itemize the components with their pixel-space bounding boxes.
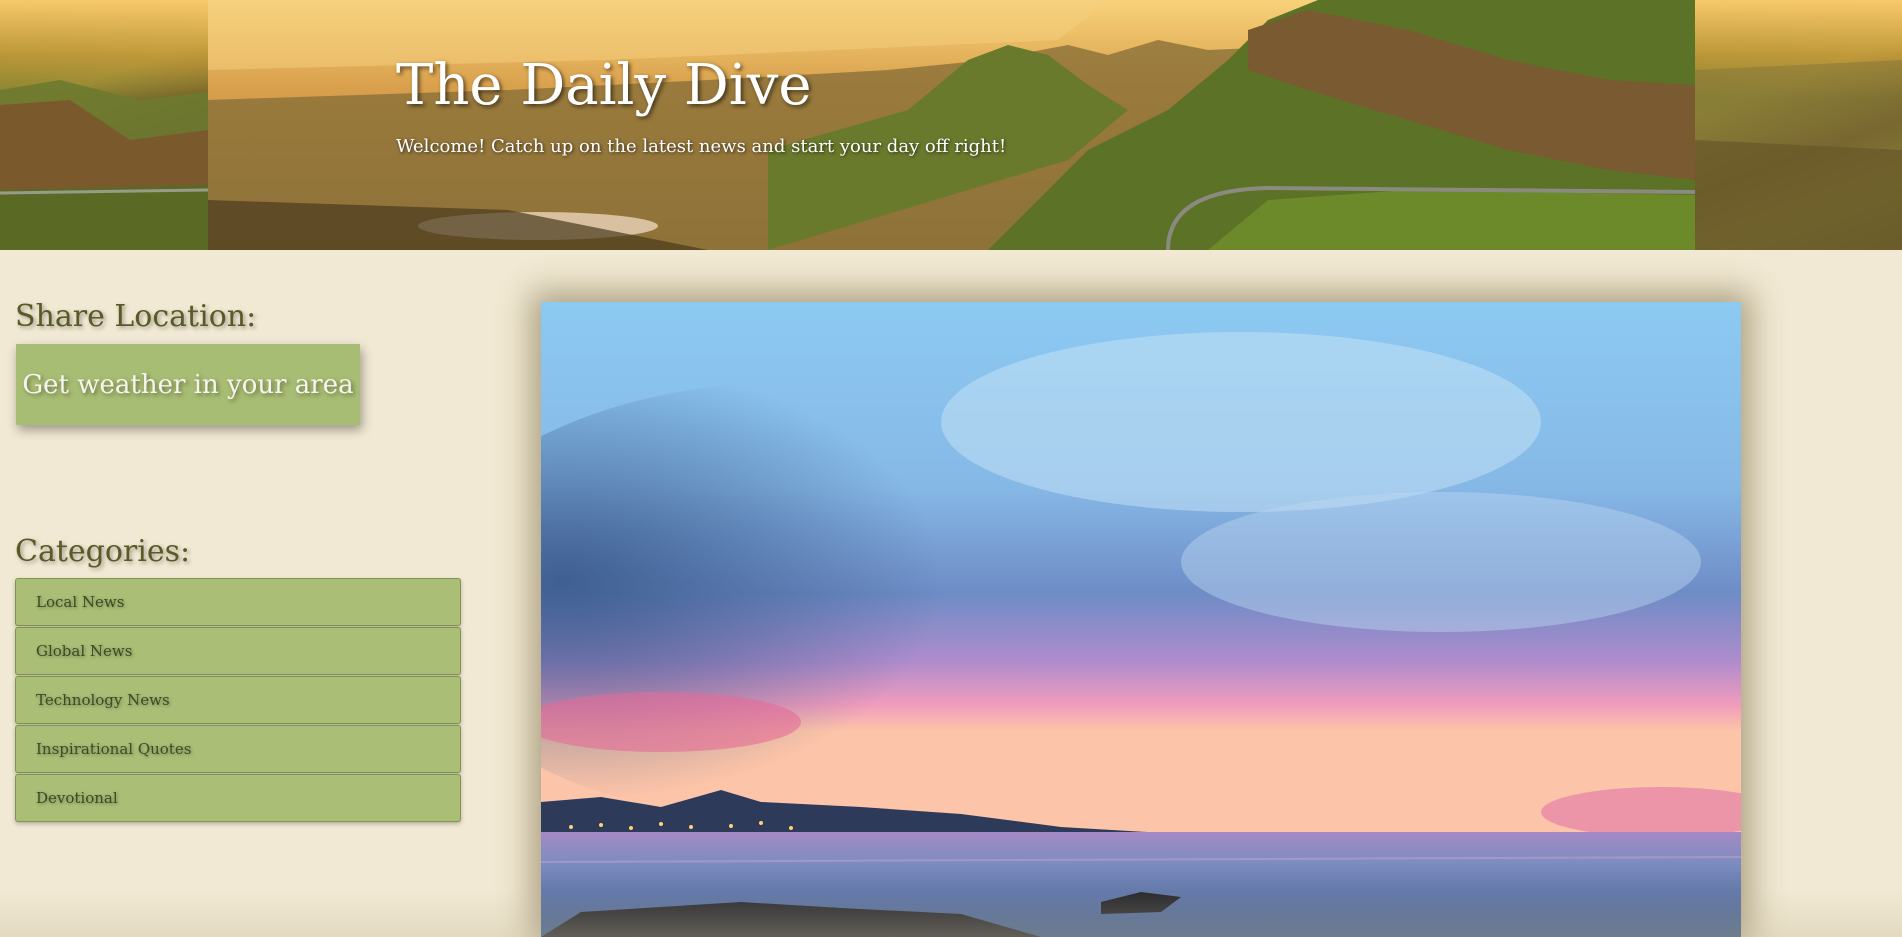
share-location-heading: Share Location: <box>15 299 257 334</box>
header-text-block: The Daily Dive Welcome! Catch up on the … <box>396 53 1007 158</box>
category-item-technology-news[interactable]: Technology News <box>15 676 461 724</box>
categories-heading: Categories: <box>15 534 191 569</box>
hero-seascape-image <box>541 302 1741 937</box>
banner-right-repeat <box>1695 0 1902 250</box>
site-title: The Daily Dive <box>396 53 812 118</box>
category-item-devotional[interactable]: Devotional <box>15 774 461 822</box>
category-item-inspirational-quotes[interactable]: Inspirational Quotes <box>15 725 461 773</box>
category-item-global-news[interactable]: Global News <box>15 627 461 675</box>
category-list: Local News Global News Technology News I… <box>15 578 461 823</box>
header-banner: The Daily Dive Welcome! Catch up on the … <box>0 0 1902 250</box>
get-weather-button[interactable]: Get weather in your area <box>16 344 360 425</box>
category-item-local-news[interactable]: Local News <box>15 578 461 626</box>
site-tagline: Welcome! Catch up on the latest news and… <box>396 136 1007 157</box>
banner-left-repeat <box>0 0 209 250</box>
